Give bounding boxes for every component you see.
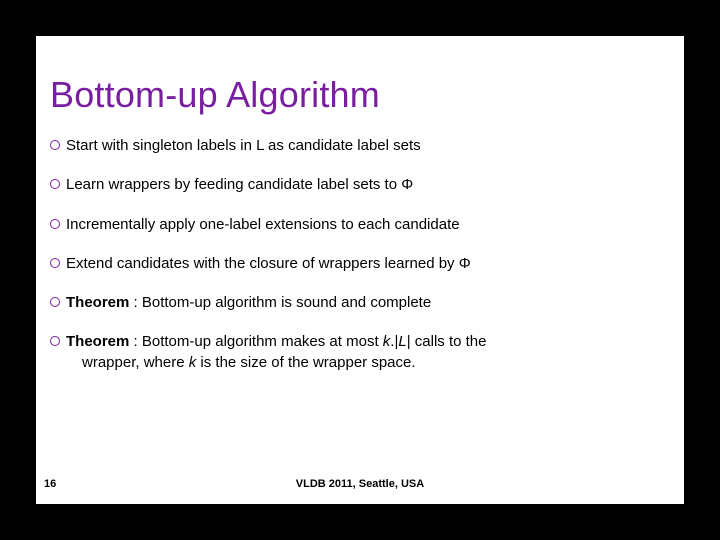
list-item: Theorem : Bottom-up algorithm is sound a… (50, 293, 654, 313)
bullet-icon (50, 297, 60, 307)
bullet-list: Start with singleton labels in L as cand… (50, 136, 654, 392)
list-item: Extend candidates with the closure of wr… (50, 254, 654, 274)
bullet-text: Extend candidates with the closure of wr… (66, 254, 654, 274)
bullet-icon (50, 336, 60, 346)
bullet-text: Incrementally apply one-label extensions… (66, 215, 654, 235)
list-item: Incrementally apply one-label extensions… (50, 215, 654, 235)
bullet-text: Theorem : Bottom-up algorithm makes at m… (66, 332, 654, 373)
slide-title: Bottom-up Algorithm (50, 74, 380, 116)
slide: Bottom-up Algorithm Start with singleton… (36, 36, 684, 504)
bullet-text: Theorem : Bottom-up algorithm is sound a… (66, 293, 654, 313)
footer-text: VLDB 2011, Seattle, USA (36, 478, 684, 490)
list-item: Start with singleton labels in L as cand… (50, 136, 654, 156)
list-item: Learn wrappers by feeding candidate labe… (50, 175, 654, 195)
bullet-icon (50, 179, 60, 189)
bullet-text: Learn wrappers by feeding candidate labe… (66, 175, 654, 195)
bullet-text: Start with singleton labels in L as cand… (66, 136, 654, 156)
list-item: Theorem : Bottom-up algorithm makes at m… (50, 332, 654, 373)
bullet-icon (50, 258, 60, 268)
bullet-icon (50, 219, 60, 229)
bullet-icon (50, 140, 60, 150)
